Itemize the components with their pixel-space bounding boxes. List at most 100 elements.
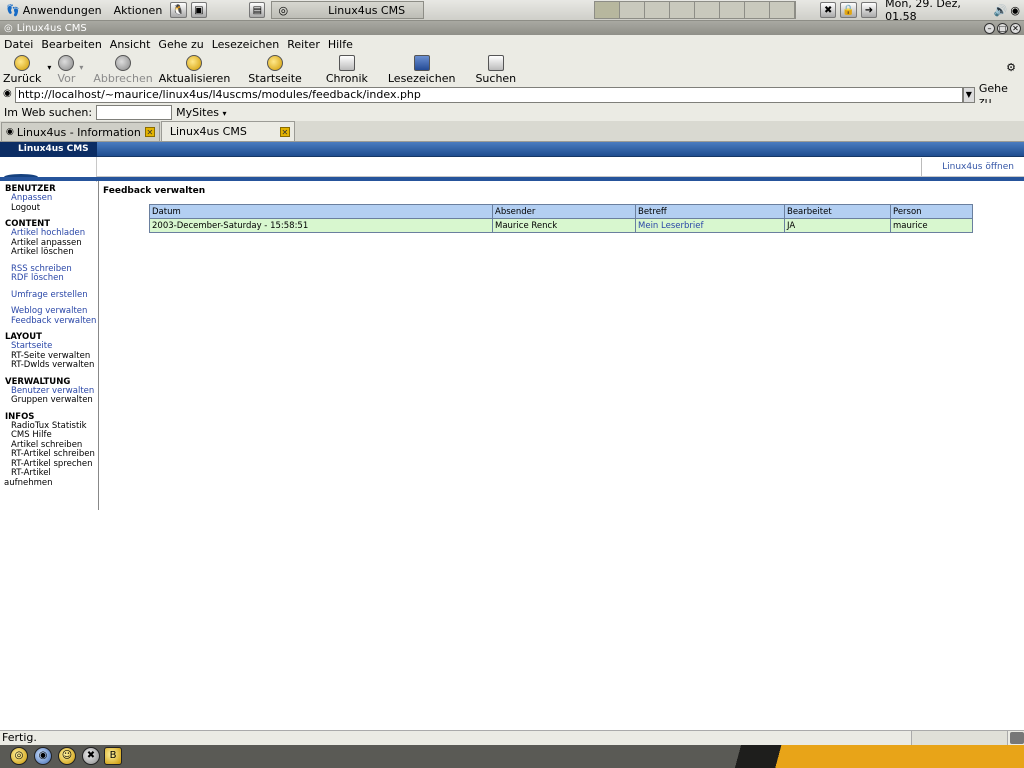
forward-dropdown-icon[interactable]: ▾ [79,53,83,72]
search-button[interactable]: Suchen [475,53,516,85]
open-linux4us-link[interactable]: Linux4us öffnen [921,158,1024,176]
taskbar-button-label: Linux4us CMS [328,3,406,17]
tab-linux4us-cms[interactable]: Linux4us CMS ✕ [160,121,295,141]
workspace-2[interactable] [619,2,645,18]
sidebar-item-artikel-hochladen[interactable]: Artikel hochladen [11,228,85,238]
launcher-globe-icon[interactable]: ◉ [34,747,52,765]
column-header-bearbeitet: Bearbeitet [784,204,891,219]
sidebar-item-rss-schreiben[interactable]: RSS schreiben [11,264,72,274]
sidebar-item-gruppen-verwalten[interactable]: Gruppen verwalten [0,395,98,406]
menubar: Datei Bearbeiten Ansicht Gehe zu Lesezei… [0,35,1024,53]
launcher-tools-icon[interactable]: ✖ [82,747,100,765]
maximize-icon[interactable]: □ [997,22,1008,34]
history-button[interactable]: Chronik [326,53,368,85]
tux-icon[interactable]: 🐧 [170,2,187,18]
launcher-person-icon[interactable]: ☺ [58,747,76,765]
url-dropdown-icon[interactable]: ▼ [962,86,975,103]
tab-close-icon[interactable]: ✕ [279,126,290,137]
cell-bearbeitet: JA [784,218,891,233]
reload-button[interactable]: Aktualisieren [159,53,230,85]
launcher-bluefish-icon[interactable]: B [104,747,122,765]
page-viewport: Linux4us CMS Linux4us öffnen BENUTZER An… [0,142,1024,730]
show-desktop-icon[interactable]: ▤ [249,2,266,18]
workspace-pager[interactable] [593,1,796,19]
home-button[interactable]: Startseite [248,53,302,85]
sidebar-item-umfrage-erstellen[interactable]: Umfrage erstellen [11,290,88,300]
sidebar-item-weblog-verwalten[interactable]: Weblog verwalten [11,306,87,316]
sidebar-item-feedback-verwalten[interactable]: Feedback verwalten [11,316,96,326]
tab-favicon-icon: ◉ [6,127,14,137]
forward-button[interactable]: Vor [57,53,75,85]
web-search-bar: Im Web suchen: MySites ▾ [0,103,1024,121]
menu-reiter[interactable]: Reiter [283,38,324,51]
sidebar-item-logout[interactable]: Logout [0,203,98,214]
menu-hilfe[interactable]: Hilfe [324,38,357,51]
actions-menu[interactable]: Aktionen [108,0,169,20]
web-search-input[interactable] [96,104,173,120]
bottom-panel: ◎ ◉ ☺ ✖ B [0,745,1024,768]
url-input[interactable] [15,86,963,103]
logout-icon[interactable]: ➜ [860,2,878,18]
workspace-6[interactable] [719,2,745,18]
tray-icon[interactable]: ◉ [1010,4,1024,17]
window-title: Linux4us CMS [16,22,87,34]
sidebar-item-benutzer-verwalten[interactable]: Benutzer verwalten [11,386,94,396]
sidebar-item-rt-dwlds-verwalten[interactable]: RT-Dwlds verwalten [0,360,98,371]
workspace-1[interactable] [594,2,620,18]
taskbar-button-linux4us[interactable]: ◎ Linux4us CMS [271,1,424,19]
network-icon[interactable]: ✖ [819,2,837,18]
foot-icon: 👣 [6,3,20,17]
sidebar-item-anpassen[interactable]: Anpassen [11,193,52,203]
stop-icon [115,55,132,71]
menu-bearbeiten[interactable]: Bearbeiten [37,38,105,51]
clock[interactable]: Mon, 29. Dez, 01.58 [879,0,991,23]
sidebar-item-artikel-loeschen[interactable]: Artikel löschen [0,247,98,258]
back-dropdown-icon[interactable]: ▾ [47,53,51,72]
sidebar-item-startseite[interactable]: Startseite [11,341,52,351]
sidebar-item-aufnehmen[interactable]: aufnehmen [0,478,98,489]
menu-lesezeichen[interactable]: Lesezeichen [208,38,284,51]
cms-sidebar: BENUTZER Anpassen Logout CONTENT Artikel… [0,181,99,510]
menu-ansicht[interactable]: Ansicht [106,38,155,51]
security-lock-icon[interactable] [1010,732,1024,744]
bookmarks-button[interactable]: Lesezeichen [388,53,455,85]
top-panel: 👣 Anwendungen Aktionen 🐧 ▣ ▤ ◎ Linux4us … [0,0,1024,23]
stop-button[interactable]: Abbrechen [93,53,153,85]
location-bar: ◉ ▼ Gehe zu [0,82,1024,108]
chevron-down-icon: ▾ [222,108,227,118]
forward-label: Vor [57,72,76,85]
home-icon [267,55,284,71]
main-content: Feedback verwalten Datum Absender Betref… [103,186,1024,233]
applications-menu[interactable]: 👣 Anwendungen [0,0,108,20]
lock-screen-icon[interactable]: 🔒 [840,2,857,18]
cell-betreff: Mein Leserbrief [635,218,785,233]
mysites-button[interactable]: MySites ▾ [176,106,226,119]
search-icon [487,55,504,71]
launcher-browser-icon[interactable]: ◎ [10,747,28,765]
workspace-7[interactable] [744,2,770,18]
volume-icon[interactable]: 🔊 [991,4,1011,17]
tab-close-icon[interactable]: ✕ [144,127,155,137]
forward-icon [58,55,75,71]
sidebar-item-rdf-loeschen[interactable]: RDF löschen [11,273,64,283]
menu-gehe-zu[interactable]: Gehe zu [154,38,207,51]
minimize-icon[interactable]: – [984,22,995,34]
window-menu-icon[interactable]: ◎ [4,23,13,34]
close-icon[interactable]: ✕ [1010,22,1021,34]
workspace-3[interactable] [644,2,670,18]
window-titlebar[interactable]: ◎ Linux4us CMS – □ ✕ [0,21,1024,35]
workspace-5[interactable] [694,2,720,18]
tab-linux4us-information[interactable]: ◉ Linux4us - Information ✕ [1,122,160,141]
workspace-8[interactable] [769,2,795,18]
workspace-4[interactable] [669,2,695,18]
cms-header-bar [0,142,1024,157]
terminal-icon[interactable]: ▣ [190,2,208,18]
feedback-subject-link[interactable]: Mein Leserbrief [638,221,703,231]
tab-label: Linux4us CMS [169,125,247,138]
cms-subheader: Linux4us öffnen [97,158,1024,177]
site-icon: ◉ [3,88,12,99]
menu-datei[interactable]: Datei [0,38,37,51]
status-bar: Fertig. [0,730,1024,745]
back-button[interactable]: Zurück [3,53,41,85]
status-text: Fertig. [0,731,912,745]
